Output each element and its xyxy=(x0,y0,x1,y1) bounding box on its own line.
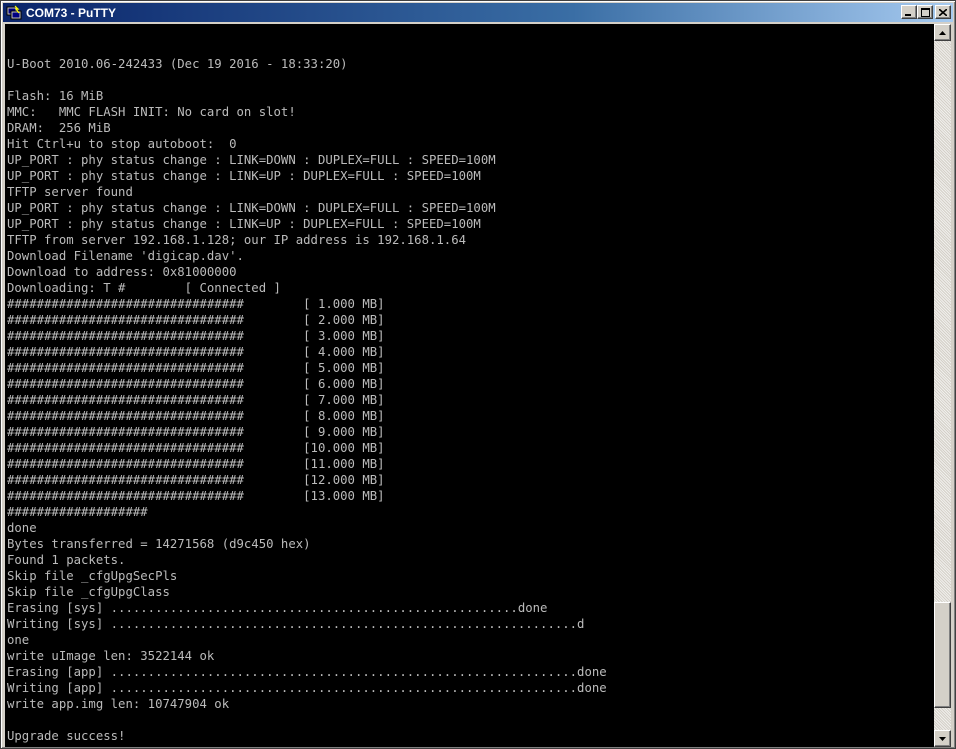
window-controls xyxy=(901,5,951,19)
terminal-line: done xyxy=(7,521,37,535)
terminal-line: ################################ [ 1.000… xyxy=(7,297,385,311)
terminal-line: Erasing [sys] ..........................… xyxy=(7,601,548,615)
terminal-line: ################################ [ 7.000… xyxy=(7,393,385,407)
window-title: COM73 - PuTTY xyxy=(26,5,117,20)
terminal-line: UP_PORT : phy status change : LINK=UP : … xyxy=(7,217,481,231)
terminal-line: ################################ [12.000… xyxy=(7,473,385,487)
close-icon xyxy=(939,8,947,16)
terminal-line: Writing [app] ..........................… xyxy=(7,681,607,695)
minimize-icon xyxy=(905,13,911,16)
scroll-up-arrow-icon xyxy=(939,30,946,35)
terminal-line: Flash: 16 MiB xyxy=(7,89,104,103)
terminal-line: Skip file _cfgUpgSecPls xyxy=(7,569,178,583)
scroll-down-button[interactable] xyxy=(934,730,951,747)
terminal-line: ################################ [ 6.000… xyxy=(7,377,385,391)
maximize-button[interactable] xyxy=(917,5,933,19)
terminal-line: UP_PORT : phy status change : LINK=UP : … xyxy=(7,169,481,183)
terminal-line: ################################ [ 5.000… xyxy=(7,361,385,375)
vertical-scrollbar[interactable] xyxy=(934,24,951,747)
terminal-line: Downloading: T # [ Connected ] xyxy=(7,281,281,295)
scroll-up-button[interactable] xyxy=(934,24,951,41)
putty-app-icon[interactable] xyxy=(6,5,22,21)
terminal-line: write uImage len: 3522144 ok xyxy=(7,649,215,663)
terminal-line: ################################ [10.000… xyxy=(7,441,385,455)
terminal-line: Download to address: 0x81000000 xyxy=(7,265,237,279)
terminal-line: TFTP server found xyxy=(7,185,133,199)
terminal-line: UP_PORT : phy status change : LINK=DOWN … xyxy=(7,153,496,167)
maximize-icon xyxy=(920,7,930,17)
terminal-line: Skip file _cfgUpgClass xyxy=(7,585,170,599)
terminal-screen[interactable]: U-Boot 2010.06-242433 (Dec 19 2016 - 18:… xyxy=(5,24,934,747)
scrollbar-thumb[interactable] xyxy=(934,602,951,708)
terminal-line: ################################ [ 9.000… xyxy=(7,425,385,439)
terminal-line: one xyxy=(7,633,30,647)
terminal-line: TFTP from server 192.168.1.128; our IP a… xyxy=(7,233,467,247)
terminal-line: Upgrade success! xyxy=(7,729,126,743)
terminal-line: DRAM: 256 MiB xyxy=(7,121,111,135)
title-bar[interactable]: COM73 - PuTTY xyxy=(3,3,953,22)
minimize-button[interactable] xyxy=(901,5,917,19)
terminal-line: Writing [sys] ..........................… xyxy=(7,617,585,631)
close-button[interactable] xyxy=(935,5,951,19)
terminal-line: ################################ [ 2.000… xyxy=(7,313,385,327)
terminal-line: ################################ [ 3.000… xyxy=(7,329,385,343)
terminal-output: U-Boot 2010.06-242433 (Dec 19 2016 - 18:… xyxy=(7,24,607,744)
terminal-line: ################################ [11.000… xyxy=(7,457,385,471)
terminal-line: write app.img len: 10747904 ok xyxy=(7,697,230,711)
terminal-line: UP_PORT : phy status change : LINK=DOWN … xyxy=(7,201,496,215)
terminal-line: ################################ [ 8.000… xyxy=(7,409,385,423)
terminal-line: Bytes transferred = 14271568 (d9c450 hex… xyxy=(7,537,311,551)
terminal-line: MMC: MMC FLASH INIT: No card on slot! xyxy=(7,105,296,119)
putty-window: COM73 - PuTTY U-Boot 2010.06-242433 (Dec… xyxy=(0,0,956,749)
terminal-line: ################################ [ 4.000… xyxy=(7,345,385,359)
terminal-line: Download Filename 'digicap.dav'. xyxy=(7,249,244,263)
terminal-line: Found 1 packets. xyxy=(7,553,126,567)
scroll-down-arrow-icon xyxy=(939,736,946,741)
terminal-line: ################### xyxy=(7,505,148,519)
terminal-line: U-Boot 2010.06-242433 (Dec 19 2016 - 18:… xyxy=(7,57,348,71)
terminal-line: Hit Ctrl+u to stop autoboot: 0 xyxy=(7,137,237,151)
terminal-line: Erasing [app] ..........................… xyxy=(7,665,607,679)
terminal-line: ################################ [13.000… xyxy=(7,489,385,503)
